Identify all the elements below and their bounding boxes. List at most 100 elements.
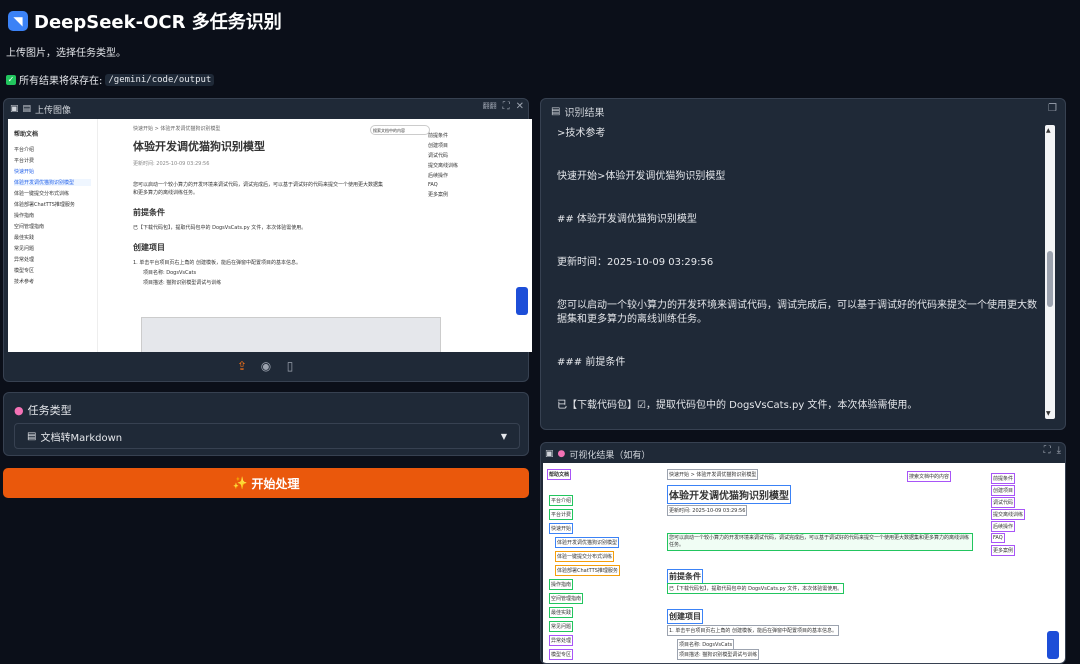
image-icon: ▣ — [545, 449, 554, 459]
viz-box: 异常处理 — [549, 635, 574, 646]
task-type-select[interactable]: ▤ 文档转Markdown ▼ — [14, 423, 520, 449]
doc-side-item: 平台计费 — [14, 158, 35, 164]
page-title: DeepSeek-OCR 多任务识别 — [34, 12, 282, 33]
viz-doc: 帮助文档 平台介绍 平台计费 快速开始 体验开发调优猫狗识别模型 体验一键提交分… — [543, 463, 1065, 663]
result-line: 更新时间：2025-10-09 03:29:56 — [557, 257, 714, 268]
palette-icon: ● — [557, 449, 566, 459]
result-scrollbar[interactable]: ▲ ▼ — [1045, 125, 1055, 419]
task-panel: ● 任务类型 ▤ 文档转Markdown ▼ — [3, 392, 529, 456]
upload-badge: 翻翻 — [482, 102, 497, 110]
viz-box: 提交离线训练 — [991, 509, 1026, 520]
task-selected: 文档转Markdown — [40, 432, 123, 444]
copy-icon[interactable]: ❐ — [1048, 103, 1057, 114]
viz-panel: ▣ ● 可视化结果（如有） ⛶ ⤓ 帮助文档 平台介绍 平台计费 快速开始 体验… — [540, 442, 1066, 664]
viz-box: 模型专区 — [549, 649, 574, 660]
viz-box: 操作指南 — [549, 579, 574, 590]
result-tab: ▤ 识别结果 — [551, 104, 604, 119]
viz-box: 更新时间: 2025-10-09 03:29:56 — [667, 505, 748, 516]
viz-box: 体验部署ChatTTS推理服务 — [555, 565, 620, 576]
whale-logo-icon: ◥ — [8, 11, 28, 31]
doc-side-item: 空间管理指南 — [14, 224, 45, 230]
viz-box: 平台计费 — [549, 509, 574, 520]
doc-create1: 1. 单击平台项目页右上角的 创建模板，能后在弹窗中配置项目的基本信息。 — [133, 260, 301, 266]
doc-intro: 您可以启动一个较小算力的开发环境来调试代码，调试完成后，可以基于调试好的代码来提… — [133, 182, 384, 196]
doc-side-item: 常见问题 — [14, 246, 35, 252]
save-prefix: 所有结果将保存在: — [19, 76, 103, 87]
doc-side-title: 帮助文档 — [14, 131, 39, 138]
doc-side-item: 操作指南 — [14, 213, 35, 219]
download-icon[interactable]: ⤓ — [1057, 445, 1061, 456]
scroll-down-icon[interactable]: ▼ — [1046, 410, 1051, 417]
doc-sidebar: 帮助文档 平台介绍 平台计费 快速开始 体验开发调优猫狗识别模型 体验一键提交分… — [8, 119, 98, 352]
uploaded-image: 帮助文档 平台介绍 平台计费 快速开始 体验开发调优猫狗识别模型 体验一键提交分… — [8, 119, 532, 352]
viz-box: 1. 单击平台项目页右上角的 创建模板，能后在弹窗中配置项目的基本信息。 — [667, 625, 839, 636]
doc-toc-item: 提交离线训练 — [428, 163, 459, 169]
result-line: ### 前提条件 — [557, 357, 626, 368]
scroll-up-icon[interactable]: ▲ — [1046, 127, 1051, 134]
image-icon-small: ▤ — [22, 104, 32, 114]
viz-box: 已【下载代码包】，提取代码包中的 DogsVsCats.py 文件，本次体验需使… — [667, 583, 845, 594]
viz-tab: ▣ ● 可视化结果（如有） — [545, 445, 650, 463]
doc-h-prereq: 前提条件 — [133, 208, 165, 217]
viz-tab-label: 可视化结果（如有） — [569, 450, 651, 461]
doc-create2: 项目名称: DogsVsCats — [143, 270, 197, 276]
doc-side-item: 技术参考 — [14, 279, 35, 285]
webcam-icon[interactable]: ◉ — [259, 359, 273, 373]
viz-actions: ⛶ ⤓ — [1044, 445, 1061, 456]
clear-icon[interactable]: ✕ — [516, 101, 524, 112]
viz-box: 您可以启动一个较小算力的开发环境来调试代码，调试完成后，可以基于调试好的代码来提… — [667, 533, 973, 551]
upload-tab-label: 上传图像 — [35, 105, 72, 116]
doc-side-item: 快速开始 — [14, 169, 35, 175]
upload-panel: ▣ ▤ 上传图像 翻翻 ⛶ ✕ 帮助文档 平台介绍 平台计费 快速开始 体验开发… — [3, 98, 532, 382]
viz-box: 后续操作 — [991, 521, 1016, 532]
viz-box: 搜索文档中的内容 — [907, 471, 952, 482]
app-root: ◥ DeepSeek-OCR 多任务识别 上传图片，选择任务类型。 ✓ 所有结果… — [0, 0, 1080, 664]
clipboard-icon[interactable]: ▯ — [283, 359, 297, 373]
memo-icon: ▤ — [551, 106, 561, 117]
doc-toc-item: 更多案例 — [428, 192, 449, 198]
result-tab-label: 识别结果 — [564, 108, 605, 119]
viz-box: 快速开始 — [549, 523, 574, 534]
doc-update: 更新时间: 2025-10-09 03:29:56 — [133, 161, 210, 167]
fullscreen-icon[interactable]: ⛶ — [1044, 445, 1051, 456]
start-button[interactable]: ✨ 开始处理 — [3, 468, 529, 498]
doc-prereq: 已【下载代码包】，提取代码包中的 DogsVsCats.py 文件，本次体验需使… — [133, 225, 307, 231]
doc-main: 快速开始 > 体验开发调优猫狗识别模型 体验开发调优猫狗识别模型 更新时间: 2… — [133, 125, 383, 289]
upload-icon[interactable]: ⇪ — [235, 359, 249, 373]
save-path-note: ✓ 所有结果将保存在: /gemini/code/output — [6, 72, 215, 87]
fullscreen-icon[interactable]: ⛶ — [503, 101, 510, 112]
scroll-thumb[interactable] — [1047, 251, 1053, 307]
viz-box: 前提条件 — [991, 473, 1016, 484]
doc-side-item: 平台介绍 — [14, 147, 35, 153]
viz-box: 项目描述: 猫狗识别模型调试与训练 — [677, 649, 760, 660]
viz-box: 平台介绍 — [549, 495, 574, 506]
doc-search: 搜索文档中的内容 — [370, 125, 430, 135]
doc-toc-item: 创建项目 — [428, 143, 449, 149]
viz-image: 帮助文档 平台介绍 平台计费 快速开始 体验开发调优猫狗识别模型 体验一键提交分… — [543, 463, 1065, 663]
doc-toc-item: FAQ — [428, 182, 438, 188]
viz-box: 体验开发调优猫狗识别模型 — [555, 537, 620, 548]
doc-h-create: 创建项目 — [133, 243, 165, 252]
upload-actions: 翻翻 ⛶ ✕ — [483, 101, 524, 112]
viz-box: 前提条件 — [667, 569, 703, 584]
viz-box: 帮助文档 — [547, 469, 572, 480]
page-subtitle: 上传图片，选择任务类型。 — [6, 48, 126, 59]
save-path: /gemini/code/output — [105, 73, 215, 86]
result-panel: ▤ 识别结果 ❐ >技术参考 快速开始>体验开发调优猫狗识别模型 ## 体验开发… — [540, 98, 1066, 430]
viz-box: 最佳实践 — [549, 607, 574, 618]
result-line: 已【下载代码包】☑，提取代码包中的 DogsVsCats.py 文件，本次体验需… — [557, 400, 918, 411]
viz-box: 常见问题 — [549, 621, 574, 632]
doc-screenshot-placeholder — [141, 317, 441, 352]
viz-box: FAQ — [991, 533, 1005, 543]
viz-box: 空间管理指南 — [549, 593, 584, 604]
result-line: 您可以启动一个较小算力的开发环境来调试代码，调试完成后，可以基于调试好的代码来提… — [557, 300, 1037, 325]
result-text[interactable]: >技术参考 快速开始>体验开发调优猫狗识别模型 ## 体验开发调优猫狗识别模型 … — [557, 127, 1039, 422]
viz-box: 创建项目 — [991, 485, 1016, 496]
viz-box: 快速开始 > 体验开发调优猫狗识别模型 — [667, 469, 759, 480]
viz-box: 体验一键提交分布式训练 — [555, 551, 615, 562]
doc-toc: 前提条件 创建项目 调试代码 提交离线训练 后续操作 FAQ 更多案例 — [428, 129, 488, 201]
viz-box: 更多案例 — [991, 545, 1016, 556]
doc-side-item: 最佳实践 — [14, 235, 35, 241]
viz-float-button — [1047, 631, 1059, 659]
doc-breadcrumb: 快速开始 > 体验开发调优猫狗识别模型 — [133, 126, 221, 132]
